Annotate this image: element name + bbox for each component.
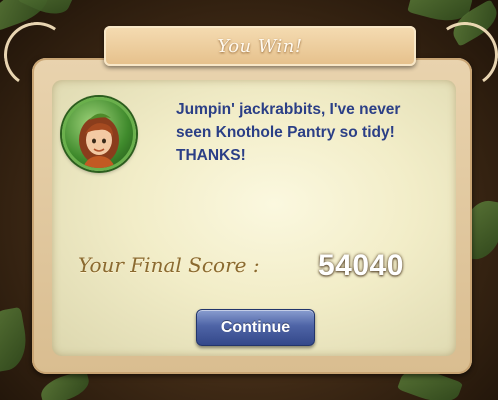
dialog-title: You Win! — [217, 35, 303, 57]
final-score-value: 54040 — [318, 249, 404, 282]
fairy-portrait-icon — [62, 97, 136, 171]
final-score-label: Your Final Score : — [78, 253, 260, 277]
title-banner: You Win! — [104, 26, 416, 66]
dialog-message: Jumpin' jackrabbits, I've never seen Kno… — [176, 101, 401, 164]
leaf-decoration — [37, 369, 93, 400]
leaf-decoration — [0, 306, 31, 374]
continue-button[interactable]: Continue — [196, 309, 315, 346]
